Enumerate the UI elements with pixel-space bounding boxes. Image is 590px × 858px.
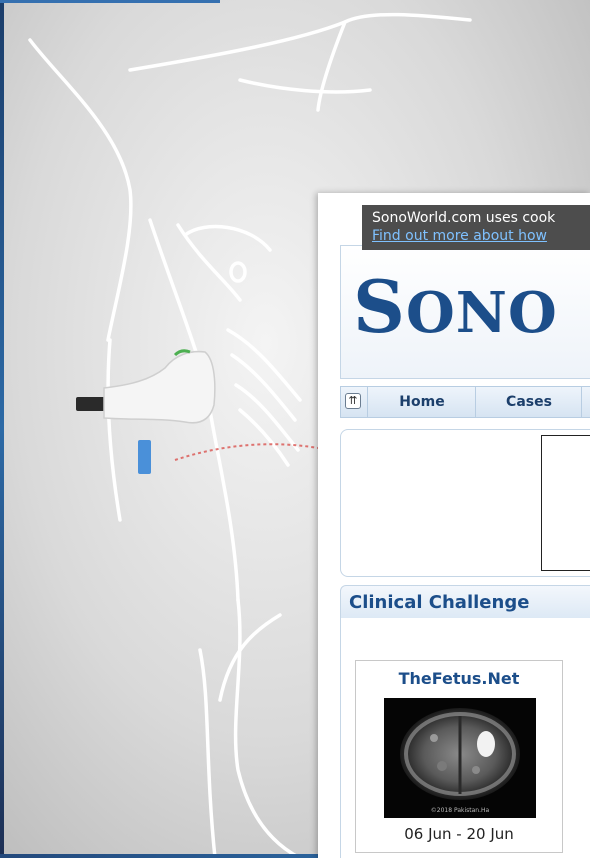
cookie-more-info-link[interactable]: Find out more about how	[372, 227, 590, 245]
site-header: SONO	[340, 245, 590, 379]
image-caption: ©2018 Pakistan.Ha	[431, 807, 490, 814]
nav-collapse-icon[interactable]: ⇈	[345, 393, 361, 409]
clinical-challenge-header: Clinical Challenge	[340, 585, 590, 619]
nav-item-cases[interactable]: Cases	[475, 387, 582, 417]
logo-initial: S	[353, 264, 406, 349]
cookie-notice: SonoWorld.com uses cook Find out more ab…	[362, 205, 590, 250]
card-title[interactable]: TheFetus.Net	[356, 669, 562, 688]
banner-box	[340, 429, 590, 577]
probe-marker-icon	[138, 440, 151, 474]
section-title: Clinical Challenge	[349, 592, 530, 613]
ultrasound-probe-icon	[76, 349, 216, 424]
cookie-notice-text: SonoWorld.com uses cook	[372, 210, 556, 226]
logo-rest: ONO	[406, 280, 558, 346]
challenge-card[interactable]: TheFetus.Net ©2018 Pakistan.Ha 06 Jun - …	[355, 660, 563, 853]
sonoworld-webpage-panel: SONO SonoWorld.com uses cook Find out mo…	[318, 193, 590, 858]
card-date: 06 Jun - 20 Jun	[404, 825, 514, 843]
fetal-ultrasound-image[interactable]: ©2018 Pakistan.Ha	[384, 698, 536, 818]
main-nav: ⇈ Home Cases	[340, 386, 590, 418]
nav-item-home[interactable]: Home	[367, 387, 476, 417]
site-logo[interactable]: SONO	[353, 264, 558, 349]
nav-item-more[interactable]	[581, 387, 590, 417]
banner-image[interactable]	[541, 435, 590, 571]
